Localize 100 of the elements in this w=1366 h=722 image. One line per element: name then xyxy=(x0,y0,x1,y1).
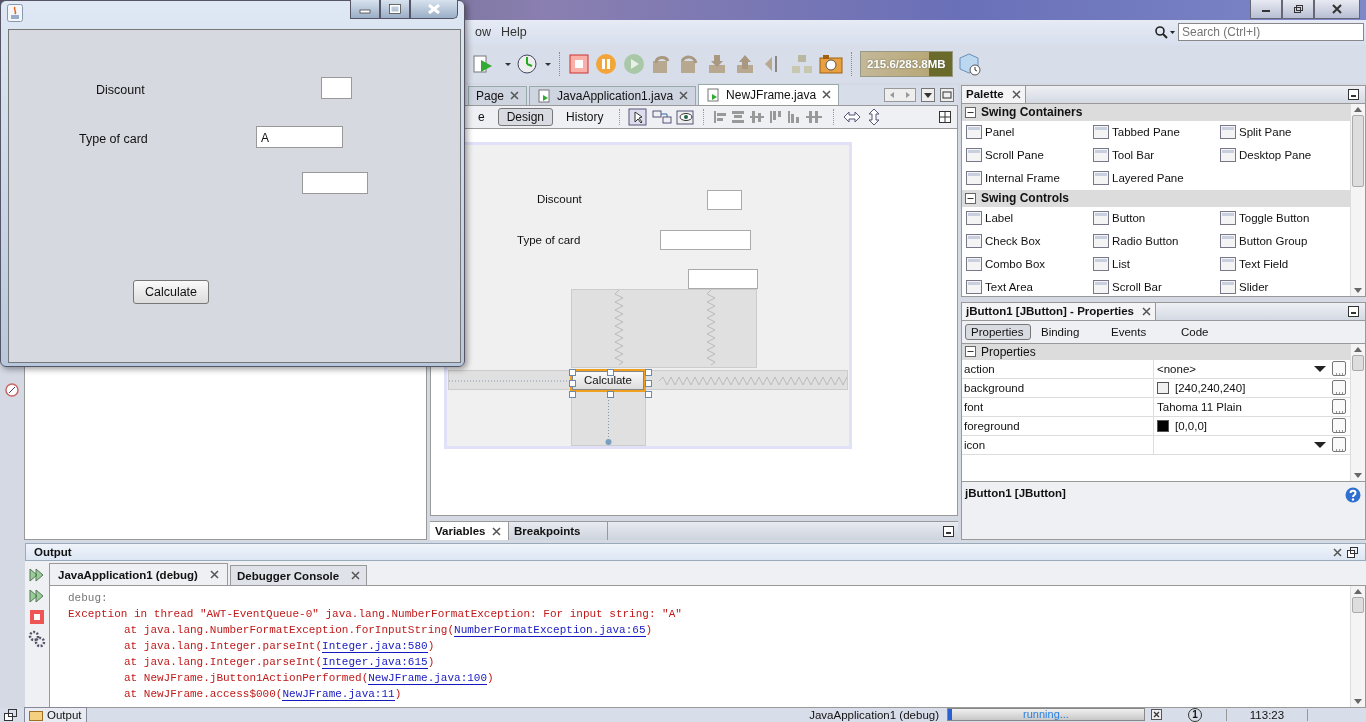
component-item[interactable]: Slider xyxy=(1220,280,1350,295)
close-icon[interactable] xyxy=(1333,547,1342,557)
stop-icon[interactable] xyxy=(568,52,590,75)
scroll-down-icon[interactable] xyxy=(1354,699,1362,704)
minimize-button[interactable] xyxy=(350,0,380,19)
resize-handle[interactable] xyxy=(607,390,614,398)
text-field[interactable]: A xyxy=(256,126,343,148)
close-icon[interactable] xyxy=(679,91,689,101)
settings-icon[interactable] xyxy=(28,630,46,649)
property-value[interactable]: [0,0,0] xyxy=(1175,419,1207,432)
component-item[interactable]: Combo Box xyxy=(966,257,1093,272)
palette-category[interactable]: Swing Controls xyxy=(962,189,1350,207)
property-value[interactable]: <none> xyxy=(1157,362,1196,375)
component-item[interactable]: List xyxy=(1093,257,1220,272)
view-tab[interactable]: e xyxy=(469,107,494,126)
view-tab[interactable]: Design xyxy=(497,107,554,126)
properties-tab[interactable]: Properties xyxy=(965,323,1031,340)
component-item[interactable]: Split Pane xyxy=(1220,125,1350,140)
ellipsis-button[interactable] xyxy=(1332,361,1346,377)
close-button[interactable] xyxy=(1314,0,1360,19)
dropdown-icon[interactable] xyxy=(1314,364,1326,373)
component-item[interactable]: Label xyxy=(966,211,1093,226)
component-item[interactable]: Scroll Bar xyxy=(1093,280,1220,295)
file-tab[interactable]: JavaApplication1.java xyxy=(529,85,697,105)
scrollbar[interactable] xyxy=(1350,103,1365,296)
property-value[interactable]: [240,240,240] xyxy=(1175,381,1246,394)
component-item[interactable]: Layered Pane xyxy=(1093,171,1220,186)
scroll-up-icon[interactable] xyxy=(1354,589,1362,595)
minimize-icon[interactable] xyxy=(1348,88,1359,100)
console-tab[interactable]: Debugger Console xyxy=(229,565,368,586)
rerun-icon[interactable] xyxy=(29,567,45,584)
text-field[interactable] xyxy=(660,229,751,250)
text-field[interactable] xyxy=(688,268,758,289)
properties-tab[interactable]: Code xyxy=(1175,323,1241,340)
component-item[interactable]: Text Area xyxy=(966,280,1093,295)
maximize-icon[interactable] xyxy=(940,87,954,102)
text-field[interactable] xyxy=(707,189,742,210)
source-link[interactable]: NewJFrame.java:100 xyxy=(368,672,488,686)
console-tab[interactable]: JavaApplication1 (debug) xyxy=(49,563,228,586)
camera-icon[interactable] xyxy=(818,52,844,75)
close-icon[interactable] xyxy=(1011,89,1021,99)
source-link[interactable]: NewJFrame.java:11 xyxy=(282,688,395,702)
selection-icon[interactable] xyxy=(628,107,649,126)
close-button[interactable] xyxy=(410,0,458,19)
component-item[interactable]: Check Box xyxy=(966,234,1093,249)
close-icon[interactable] xyxy=(1142,306,1152,316)
compass-icon[interactable] xyxy=(5,383,19,398)
search-icon[interactable] xyxy=(1154,25,1176,40)
preview-icon[interactable] xyxy=(676,107,697,126)
text-field[interactable] xyxy=(321,77,352,99)
close-icon[interactable] xyxy=(510,91,520,101)
collapse-icon[interactable] xyxy=(965,192,976,204)
scroll-thumb[interactable] xyxy=(1352,354,1364,371)
component-item[interactable]: Tabbed Pane xyxy=(1093,125,1220,140)
dropdown-icon[interactable] xyxy=(1314,440,1326,449)
help-icon[interactable] xyxy=(1345,487,1361,504)
close-icon[interactable] xyxy=(209,570,219,580)
component-item[interactable]: Tool Bar xyxy=(1093,148,1220,163)
close-icon[interactable] xyxy=(491,526,501,536)
scroll-up-icon[interactable] xyxy=(1354,106,1362,112)
scrollbar[interactable] xyxy=(1350,586,1365,707)
collapse-icon[interactable] xyxy=(965,106,976,118)
panel-tab[interactable]: Breakpoints xyxy=(509,522,608,541)
search-field[interactable]: Search (Ctrl+I) xyxy=(1178,23,1364,42)
component-item[interactable]: Toggle Button xyxy=(1220,211,1350,226)
collapse-icon[interactable] xyxy=(965,346,976,358)
source-link[interactable]: Integer.java:615 xyxy=(322,656,428,670)
component-item[interactable]: Button Group xyxy=(1220,234,1350,249)
maximize-button[interactable] xyxy=(380,0,410,19)
calculate-button[interactable]: Calculate xyxy=(572,370,644,390)
dropdown-icon[interactable] xyxy=(921,87,935,102)
grid-icon[interactable] xyxy=(939,110,951,123)
gauge-icon[interactable] xyxy=(516,52,540,75)
text-field[interactable] xyxy=(302,172,368,194)
resize-handle[interactable] xyxy=(607,368,614,376)
scroll-up-icon[interactable] xyxy=(1354,346,1362,352)
property-value[interactable]: Tahoma 11 Plain xyxy=(1157,400,1242,413)
stop-icon[interactable] xyxy=(29,609,45,626)
minimize-icon[interactable] xyxy=(943,525,954,537)
minimize-icon[interactable] xyxy=(1348,305,1359,317)
scrollbar[interactable] xyxy=(1350,343,1365,482)
scroll-thumb[interactable] xyxy=(1352,114,1364,187)
scroll-down-icon[interactable] xyxy=(1354,287,1362,293)
component-item[interactable]: Panel xyxy=(966,125,1093,140)
file-tab[interactable]: Page xyxy=(468,85,528,105)
source-link[interactable]: NumberFormatException.java:65 xyxy=(454,624,646,638)
component-item[interactable]: Radio Button xyxy=(1093,234,1220,249)
scroll-down-icon[interactable] xyxy=(1354,473,1362,479)
component-item[interactable]: Scroll Pane xyxy=(966,148,1093,163)
component-item[interactable]: Text Field xyxy=(1220,257,1350,272)
restore-icon[interactable] xyxy=(1347,546,1359,558)
properties-title-tab[interactable]: jButton1 [JButton] - Properties xyxy=(962,302,1157,320)
ellipsis-button[interactable] xyxy=(1332,418,1346,434)
rerun-icon[interactable] xyxy=(29,588,45,605)
file-tab[interactable]: NewJFrame.java xyxy=(698,83,840,105)
source-link[interactable]: Integer.java:580 xyxy=(322,640,428,654)
menu-item[interactable]: Help xyxy=(496,25,532,40)
close-icon[interactable] xyxy=(822,90,832,100)
scroll-thumb[interactable] xyxy=(1352,597,1364,614)
menu-item[interactable]: ow xyxy=(470,25,496,40)
